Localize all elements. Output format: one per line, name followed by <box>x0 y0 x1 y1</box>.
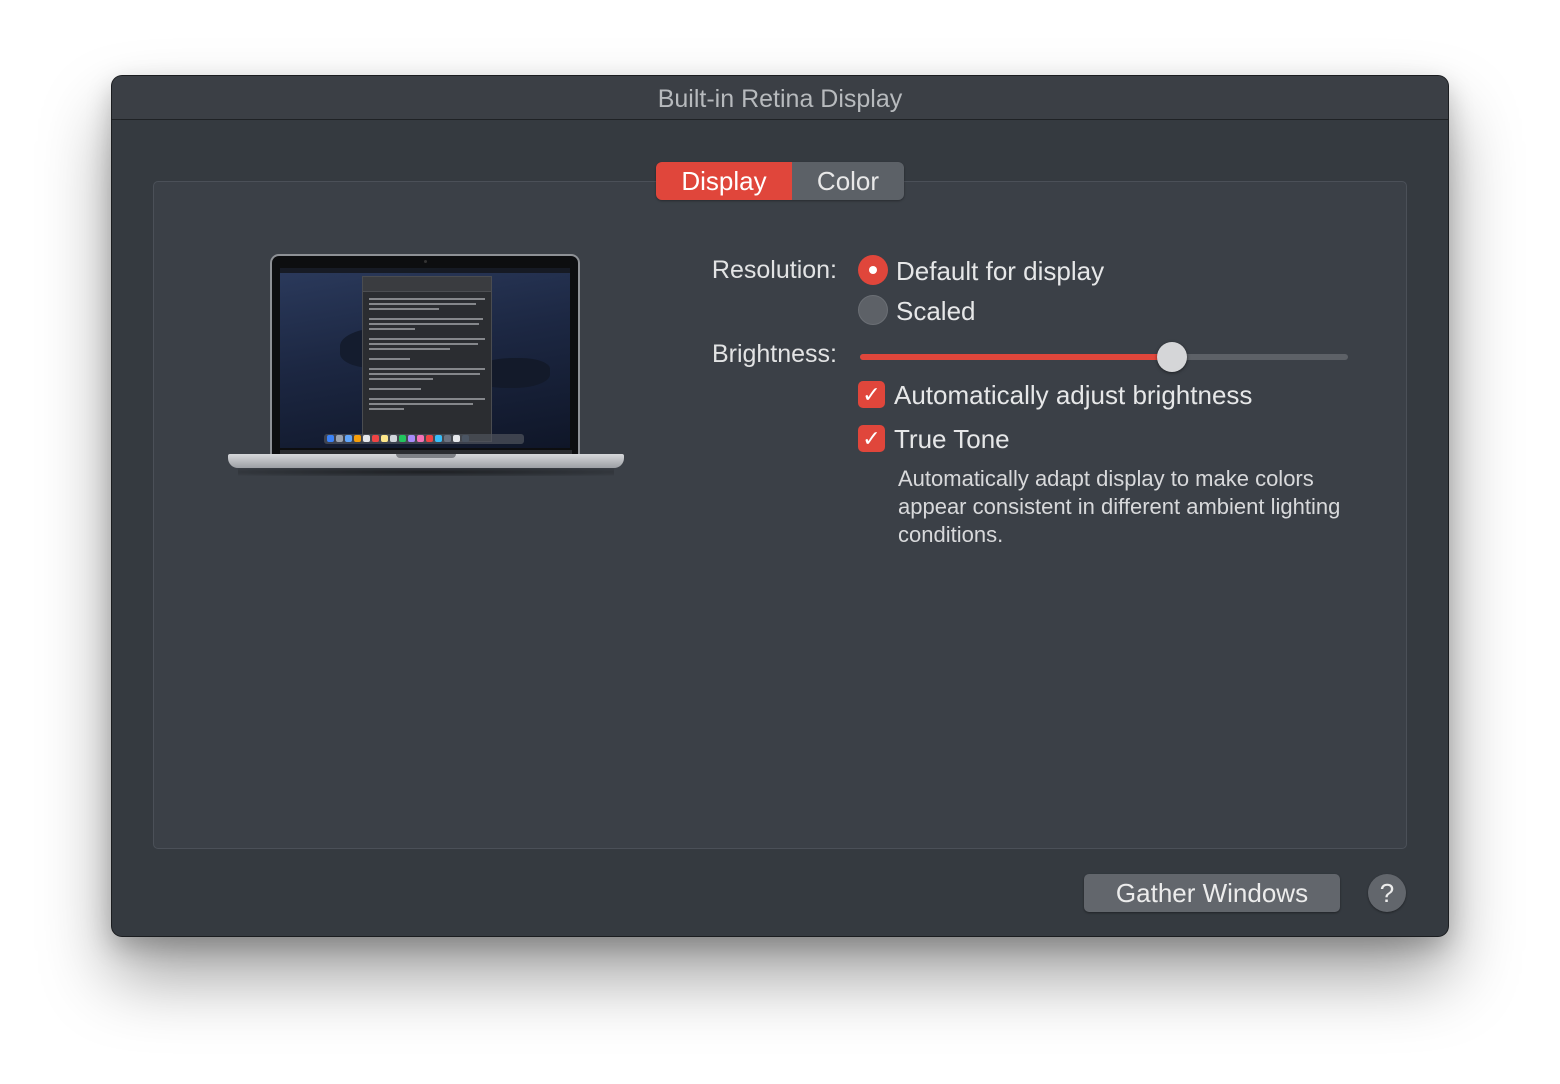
auto-brightness-label[interactable]: Automatically adjust brightness <box>894 380 1252 411</box>
gather-windows-button[interactable]: Gather Windows <box>1084 874 1340 912</box>
brightness-slider-fill <box>860 354 1173 360</box>
tab-display[interactable]: Display <box>656 162 792 200</box>
laptop-screen <box>280 268 570 448</box>
laptop-shadow <box>238 468 614 476</box>
segmented-tab-control: Display Color <box>656 162 904 200</box>
brightness-label: Brightness: <box>711 340 837 368</box>
laptop-lid <box>270 254 580 454</box>
resolution-scaled-label[interactable]: Scaled <box>896 296 976 327</box>
window-title: Built-in Retina Display <box>112 76 1448 120</box>
document-text-lines <box>363 292 491 419</box>
auto-brightness-checkbox[interactable]: ✓ <box>858 381 885 408</box>
true-tone-description: Automatically adapt display to make colo… <box>898 466 1341 547</box>
resolution-scaled-radio[interactable] <box>858 295 888 325</box>
checkmark-icon: ✓ <box>862 382 881 407</box>
resolution-default-label[interactable]: Default for display <box>896 256 1104 287</box>
true-tone-checkbox[interactable]: ✓ <box>858 425 885 452</box>
checkmark-icon: ✓ <box>862 426 881 451</box>
resolution-label: Resolution: <box>711 256 837 284</box>
resolution-default-radio[interactable] <box>858 255 888 285</box>
camera-dot <box>424 260 427 263</box>
tab-color[interactable]: Color <box>792 162 904 200</box>
screen-menubar <box>280 268 570 273</box>
true-tone-label[interactable]: True Tone <box>894 424 1010 455</box>
document-toolbar <box>363 277 491 292</box>
macbook-illustration <box>228 254 624 490</box>
laptop-base-notch <box>396 454 456 458</box>
display-preferences-window: Built-in Retina Display Display Color Re… <box>112 76 1448 936</box>
screen-dock <box>324 434 524 444</box>
help-icon[interactable]: ? <box>1368 874 1406 912</box>
screen-document-window <box>362 276 492 442</box>
